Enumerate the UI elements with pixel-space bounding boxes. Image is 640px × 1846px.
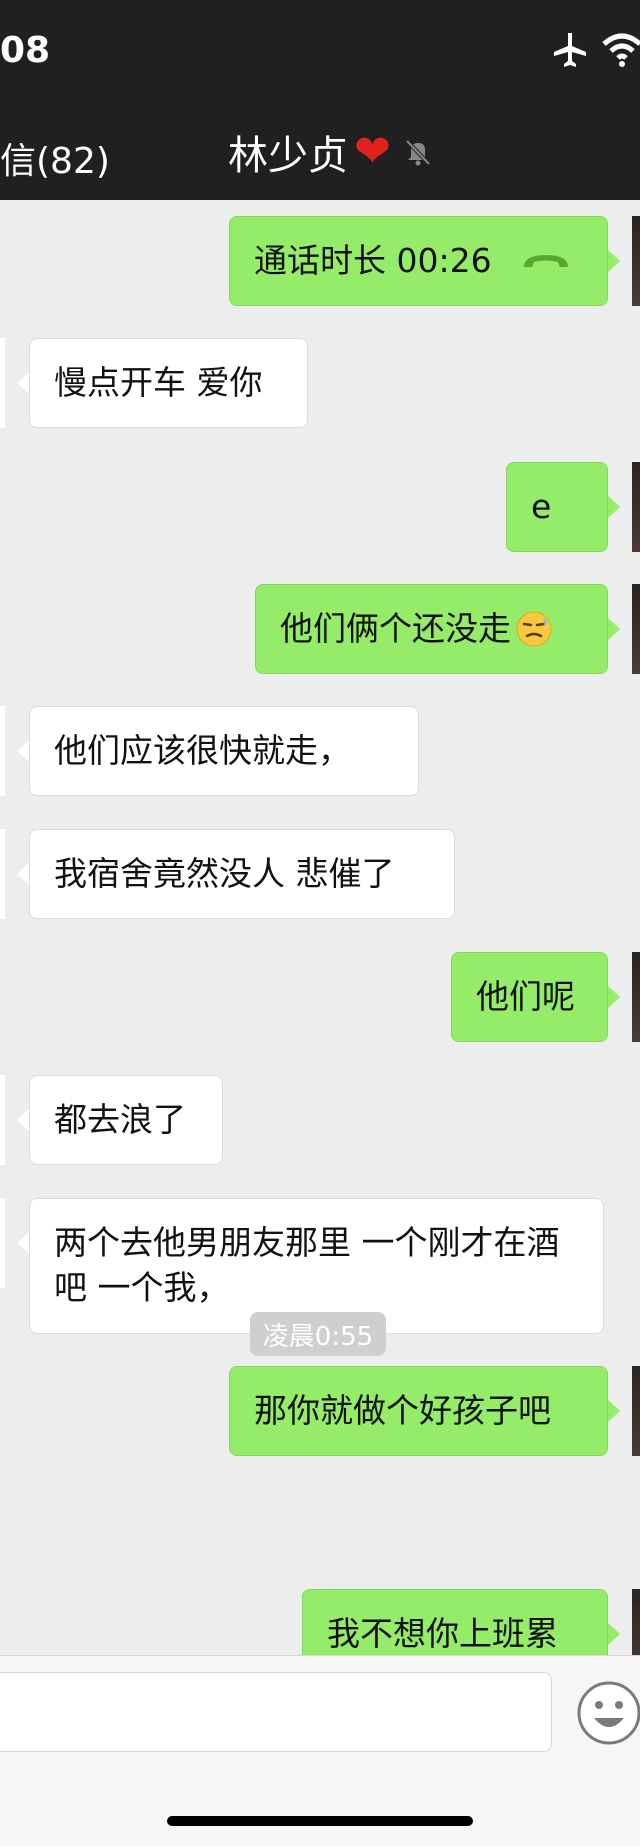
avatar[interactable] [632,1366,640,1456]
avatar[interactable] [632,462,640,552]
back-button[interactable]: 信(82) [0,132,110,184]
avatar[interactable] [0,338,5,428]
mute-bell-icon [405,139,431,166]
message-text: 他们呢 [476,976,575,1016]
message-bubble[interactable]: 他们应该很快就走， [29,706,419,796]
status-icons [550,28,640,72]
smirk-sweat-emoji-icon [516,611,552,647]
nav-bar: 信(82) 林少贞 ❤ [0,104,640,200]
call-record-bubble[interactable]: 通话时长 00:26 [229,216,608,306]
contact-name: 林少贞 [228,133,348,179]
avatar[interactable] [632,1589,640,1655]
message-text: 他们俩个还没走 [280,608,511,648]
avatar[interactable] [632,584,640,674]
message-text: 两个去他男朋友那里 一个刚才在酒吧 一个我， [54,1223,560,1307]
phone-hangup-icon [523,255,568,267]
timestamp-label: 凌晨0:55 [250,1312,386,1356]
message-bubble[interactable]: 都去浪了 [29,1075,223,1165]
message-bubble[interactable]: 我不想你上班累 [302,1589,608,1655]
wifi-icon [602,33,640,67]
input-bar [0,1655,640,1846]
avatar[interactable] [0,1198,5,1288]
message-bubble[interactable]: e [506,462,608,552]
avatar[interactable] [0,706,5,796]
status-time: 08 [0,30,51,71]
home-indicator[interactable] [167,1816,473,1826]
avatar[interactable] [632,216,640,306]
chat-title: 林少贞 ❤ [228,124,433,180]
message-bubble[interactable]: 慢点开车 爱你 [29,338,308,428]
message-bubble[interactable]: 我宿舍竟然没人 悲催了 [29,829,455,919]
message-text: 我不想你上班累 [327,1613,558,1653]
emoji-button-icon[interactable] [574,1678,640,1748]
message-text: 那你就做个好孩子吧 [254,1390,551,1430]
status-bar: 08 [0,0,640,104]
avatar[interactable] [0,829,5,919]
heart-icon: ❤ [354,126,391,177]
message-bubble[interactable]: 他们呢 [451,952,608,1042]
airplane-icon [554,33,586,67]
message-bubble[interactable]: 他们俩个还没走 [255,584,608,674]
avatar[interactable] [0,1075,5,1165]
message-text: 他们应该很快就走， [54,730,351,770]
message-text: e [531,486,552,526]
message-text: 都去浪了 [54,1099,186,1139]
message-text: 通话时长 00:26 [254,240,492,280]
message-input[interactable] [0,1672,552,1752]
avatar[interactable] [632,952,640,1042]
message-text: 慢点开车 爱你 [54,362,263,402]
chat-area[interactable]: 通话时长 00:26 慢点开车 爱你 e 他们俩个还没走 他们应该很快就走， 我… [0,200,640,1655]
message-bubble[interactable]: 那你就做个好孩子吧 [229,1366,608,1456]
message-text: 我宿舍竟然没人 悲催了 [54,853,395,893]
